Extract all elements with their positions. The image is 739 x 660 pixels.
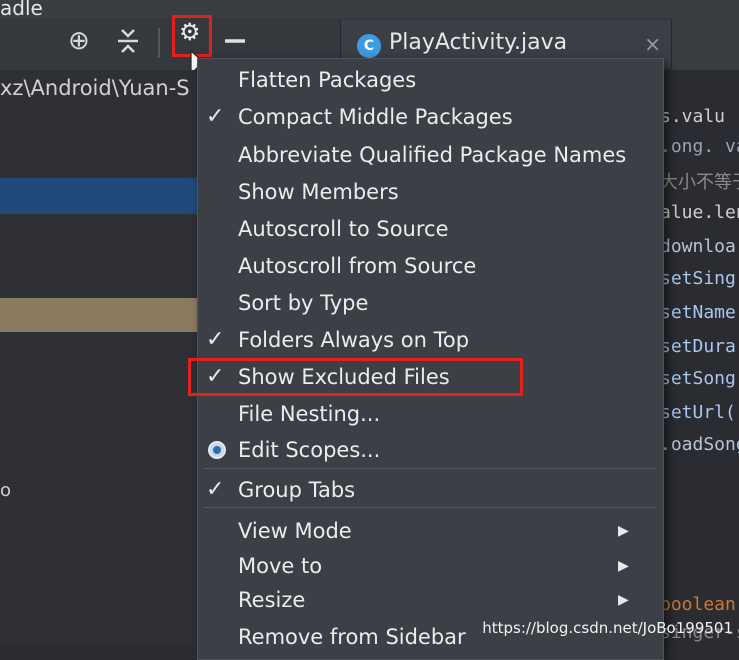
menu-item-label: Show Members bbox=[238, 180, 399, 204]
tree-fragment: o bbox=[0, 480, 12, 501]
menu-item-label: Abbreviate Qualified Package Names bbox=[238, 143, 627, 167]
code-line: setSing bbox=[660, 268, 736, 289]
code-editor[interactable]: s.valu .ong. va 大小不等于 alue.len downloa setS… bbox=[652, 70, 739, 645]
menu-item-edit-scopes[interactable]: Edit Scopes... bbox=[198, 433, 661, 467]
project-path: xz\Android\Yuan-S bbox=[0, 76, 190, 100]
menu-item-label: Autoscroll from Source bbox=[238, 254, 477, 278]
menu-item-flatten-packages[interactable]: Flatten Packages bbox=[198, 63, 661, 97]
code-line: setName bbox=[660, 302, 736, 323]
menu-item-show-members[interactable]: Show Members bbox=[198, 175, 661, 209]
menu-item-label: Edit Scopes... bbox=[238, 438, 381, 462]
selected-tree-row[interactable] bbox=[0, 178, 200, 214]
code-line: setDura bbox=[660, 336, 736, 357]
menu-item-group-tabs[interactable]: ✓ Group Tabs bbox=[198, 473, 661, 507]
scope-icon bbox=[208, 441, 226, 459]
close-icon[interactable]: × bbox=[644, 32, 661, 56]
check-icon: ✓ bbox=[206, 104, 225, 129]
crosshair-icon[interactable]: ⊕ bbox=[68, 26, 90, 56]
code-line: setUrl( bbox=[660, 402, 736, 423]
menu-item-label: Flatten Packages bbox=[238, 68, 417, 92]
menu-item-label: Sort by Type bbox=[238, 291, 369, 315]
gear-icon: ⚙ bbox=[179, 18, 201, 46]
tab-label: PlayActivity.java bbox=[389, 30, 568, 55]
check-icon: ✓ bbox=[206, 327, 225, 352]
menu-separator bbox=[204, 507, 655, 508]
menu-item-file-nesting[interactable]: File Nesting... bbox=[198, 397, 661, 431]
watermark: https://blog.csdn.net/JoBo199501 bbox=[482, 619, 733, 637]
menu-item-label: Autoscroll to Source bbox=[238, 217, 449, 241]
code-line: .oadSong) bbox=[660, 434, 739, 455]
project-panel: xz\Android\Yuan-S o bbox=[0, 70, 200, 645]
highlight-box bbox=[188, 358, 523, 396]
menu-item-compact-middle-packages[interactable]: ✓ Compact Middle Packages bbox=[198, 100, 661, 134]
collapse-all-icon[interactable] bbox=[116, 26, 140, 63]
menu-item-view-mode[interactable]: View Mode ▶ bbox=[198, 514, 661, 548]
code-line: alue.len bbox=[660, 202, 739, 223]
menu-item-label: Folders Always on Top bbox=[238, 328, 470, 352]
tab-bar-empty bbox=[672, 18, 739, 70]
code-line: boolean i bbox=[660, 594, 739, 615]
check-icon: ✓ bbox=[206, 477, 225, 502]
menu-item-label: View Mode bbox=[238, 519, 352, 543]
menu-item-move-to[interactable]: Move to ▶ bbox=[198, 549, 661, 583]
menu-item-label: Move to bbox=[238, 554, 323, 578]
menu-separator bbox=[204, 468, 655, 469]
code-line: s.valu bbox=[660, 106, 726, 127]
excluded-tree-row[interactable] bbox=[0, 298, 200, 332]
window-title: adle bbox=[0, 0, 43, 20]
submenu-arrow-icon: ▶ bbox=[618, 558, 629, 574]
menu-item-abbreviate-qualified-package-names[interactable]: Abbreviate Qualified Package Names bbox=[198, 138, 661, 172]
menu-item-label: Compact Middle Packages bbox=[238, 105, 513, 129]
menu-item-resize[interactable]: Resize ▶ bbox=[198, 583, 661, 617]
menu-item-label: Remove from Sidebar bbox=[238, 625, 466, 649]
code-line: setSong bbox=[660, 368, 736, 389]
class-icon: C bbox=[357, 34, 381, 58]
code-line: 大小不等于 bbox=[660, 172, 739, 193]
menu-item-sort-by-type[interactable]: Sort by Type bbox=[198, 286, 661, 320]
window-title-strip: adle bbox=[0, 0, 739, 20]
menu-item-label: Resize bbox=[238, 588, 306, 612]
code-line: .ong. va bbox=[660, 136, 739, 157]
toolbar-divider bbox=[158, 28, 160, 58]
menu-item-folders-always-on-top[interactable]: ✓ Folders Always on Top bbox=[198, 323, 661, 357]
menu-item-label: File Nesting... bbox=[238, 402, 381, 426]
code-line: downloa bbox=[660, 236, 736, 257]
menu-item-autoscroll-to-source[interactable]: Autoscroll to Source bbox=[198, 212, 661, 246]
menu-item-autoscroll-from-source[interactable]: Autoscroll from Source bbox=[198, 249, 661, 283]
submenu-arrow-icon: ▶ bbox=[618, 523, 629, 539]
menu-item-label: Group Tabs bbox=[238, 478, 356, 502]
submenu-arrow-icon: ▶ bbox=[618, 592, 629, 608]
